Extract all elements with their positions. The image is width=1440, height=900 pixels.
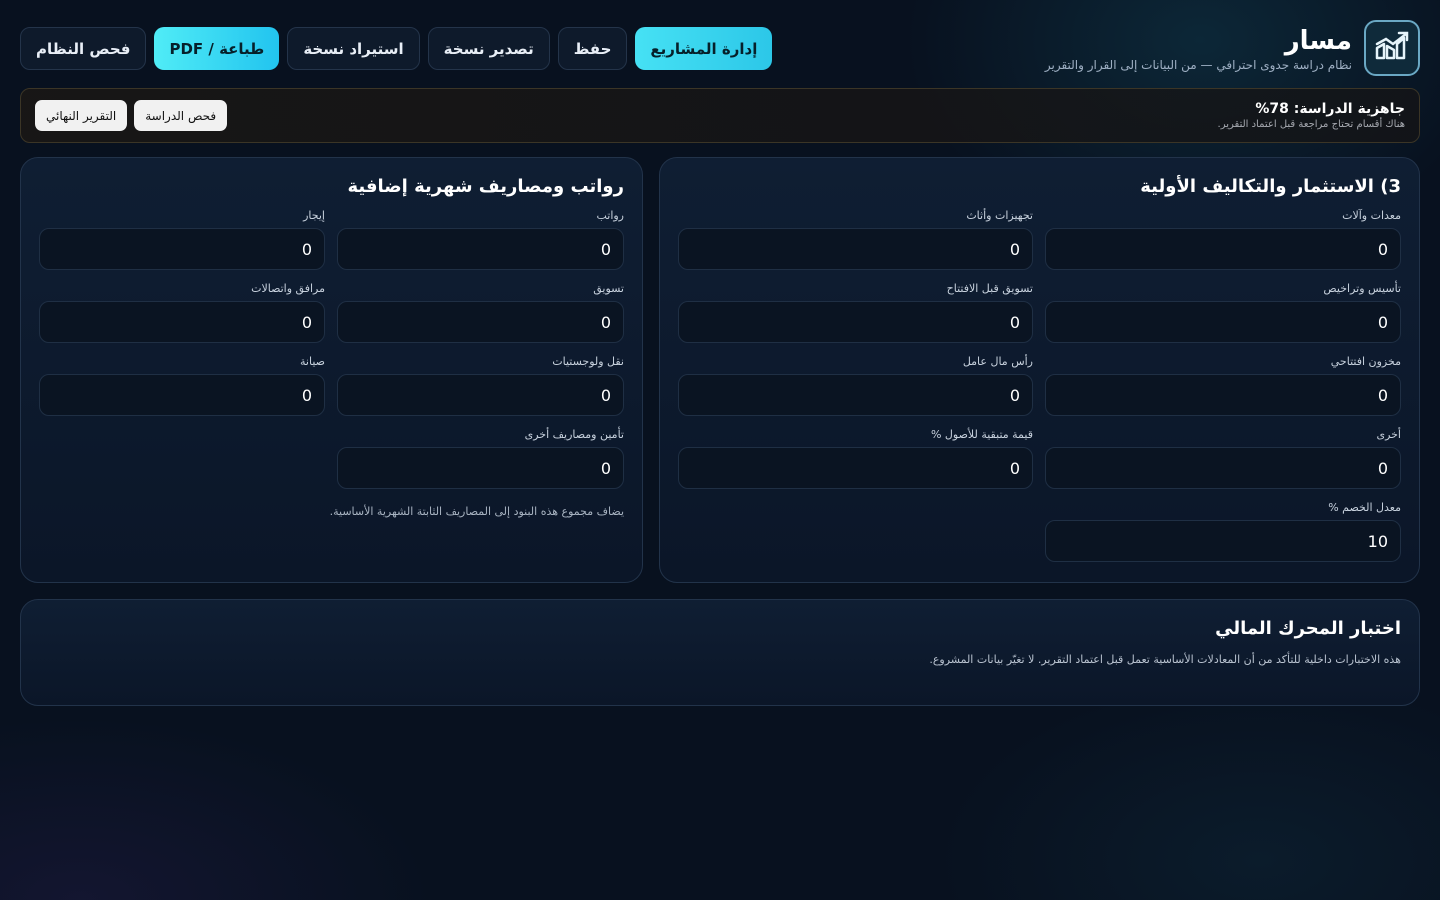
readiness-title: جاهزية الدراسة: 78% [1255, 101, 1405, 117]
field-label: مرافق واتصالات [251, 282, 325, 295]
field-label: صيانة [300, 355, 325, 368]
field-label: رواتب [596, 209, 624, 222]
field-salaries: رواتب [337, 209, 624, 270]
equipment-input[interactable] [1045, 228, 1401, 270]
field-discount-rate: معدل الخصم % [1045, 501, 1401, 562]
field-maintenance: صيانة [39, 355, 325, 416]
engine-test-description: هذه الاختبارات داخلية للتأكد من أن المعا… [929, 653, 1401, 666]
field-label: تجهيزات وأثاث [966, 209, 1033, 222]
marketing-input[interactable] [337, 301, 624, 343]
discount-rate-input[interactable] [1045, 520, 1401, 562]
brand: مسار نظام دراسة جدوى احترافي — من البيان… [1045, 20, 1420, 76]
export-button[interactable]: تصدير نسخة [427, 27, 550, 70]
field-label: تسويق قبل الافتتاح [946, 282, 1033, 295]
final-report-button[interactable]: التقرير النهائي [35, 100, 128, 131]
field-residual-value: قيمة متبقية للأصول % [678, 428, 1033, 489]
investment-title: 3) الاستثمار والتكاليف الأولية [1140, 176, 1401, 197]
readiness-text: جاهزية الدراسة: 78% هناك أقسام تحتاج مرا… [1218, 101, 1405, 130]
field-furniture: تجهيزات وأثاث [678, 209, 1033, 270]
field-label: إيجار [303, 209, 325, 222]
insurance-input[interactable] [337, 447, 624, 489]
opening-inventory-input[interactable] [1045, 374, 1401, 416]
brand-text: مسار نظام دراسة جدوى احترافي — من البيان… [1045, 24, 1352, 72]
salaries-note: يضاف مجموع هذه البنود إلى المصاريف الثاب… [329, 505, 624, 518]
engine-test-card: اختبار المحرك المالي هذه الاختبارات داخل… [20, 599, 1420, 706]
investment-card: 3) الاستثمار والتكاليف الأولية معدات وآل… [659, 157, 1420, 583]
print-pdf-button[interactable]: طباعة / PDF [154, 27, 280, 70]
preopening-marketing-input[interactable] [678, 301, 1033, 343]
field-label: مخزون افتتاحي [1330, 355, 1401, 368]
field-label: تأمين ومصاريف أخرى [524, 428, 624, 441]
furniture-input[interactable] [678, 228, 1033, 270]
field-insurance: تأمين ومصاريف أخرى [337, 428, 624, 489]
salaries-input[interactable] [337, 228, 624, 270]
field-label: أخرى [1376, 428, 1401, 441]
field-licenses: تأسيس وتراخيص [1045, 282, 1401, 343]
study-check-button[interactable]: فحص الدراسة [134, 100, 228, 131]
save-button[interactable]: حفظ [557, 27, 628, 70]
field-label: رأس مال عامل [962, 355, 1033, 368]
field-marketing: تسويق [337, 282, 624, 343]
field-other: أخرى [1045, 428, 1401, 489]
logistics-input[interactable] [337, 374, 624, 416]
salaries-fields: رواتب إيجار تسويق مرافق واتصالات نقل ولو… [39, 197, 624, 489]
salaries-title: رواتب ومصاريف شهرية إضافية [347, 176, 624, 197]
field-preopening-marketing: تسويق قبل الافتتاح [678, 282, 1033, 343]
engine-test-title: اختبار المحرك المالي [1215, 618, 1401, 639]
readiness-actions: فحص الدراسة التقرير النهائي [35, 100, 228, 131]
projects-button[interactable]: إدارة المشاريع [635, 27, 773, 70]
import-button[interactable]: استيراد نسخة [287, 27, 420, 70]
field-label: تسويق [593, 282, 624, 295]
field-utilities: مرافق واتصالات [39, 282, 325, 343]
app-title: مسار [1284, 26, 1352, 56]
readiness-banner: جاهزية الدراسة: 78% هناك أقسام تحتاج مرا… [20, 88, 1420, 143]
salaries-card: رواتب ومصاريف شهرية إضافية رواتب إيجار ت… [20, 157, 643, 583]
chart-growth-icon [1364, 20, 1420, 76]
field-label: تأسيس وتراخيص [1323, 282, 1401, 295]
field-rent: إيجار [39, 209, 325, 270]
field-label: معدات وآلات [1342, 209, 1401, 222]
app-subtitle: نظام دراسة جدوى احترافي — من البيانات إل… [1044, 58, 1352, 72]
rent-input[interactable] [39, 228, 325, 270]
field-opening-inventory: مخزون افتتاحي [1045, 355, 1401, 416]
field-label: قيمة متبقية للأصول % [930, 428, 1033, 441]
residual-value-input[interactable] [678, 447, 1033, 489]
toolbar: إدارة المشاريع حفظ تصدير نسخة استيراد نس… [20, 27, 773, 70]
working-capital-input[interactable] [678, 374, 1033, 416]
readiness-subtitle: هناك أقسام تحتاج مراجعة قبل اعتماد التقر… [1217, 119, 1405, 130]
field-label: معدل الخصم % [1328, 501, 1401, 514]
system-check-button[interactable]: فحص النظام [20, 27, 147, 70]
utilities-input[interactable] [39, 301, 325, 343]
field-logistics: نقل ولوجستيات [337, 355, 624, 416]
investment-fields: معدات وآلات تجهيزات وأثاث تأسيس وتراخيص … [678, 197, 1401, 562]
maintenance-input[interactable] [39, 374, 325, 416]
field-equipment: معدات وآلات [1045, 209, 1401, 270]
field-label: نقل ولوجستيات [552, 355, 624, 368]
other-input[interactable] [1045, 447, 1401, 489]
licenses-input[interactable] [1045, 301, 1401, 343]
field-working-capital: رأس مال عامل [678, 355, 1033, 416]
top-bar: مسار نظام دراسة جدوى احترافي — من البيان… [20, 20, 1420, 78]
